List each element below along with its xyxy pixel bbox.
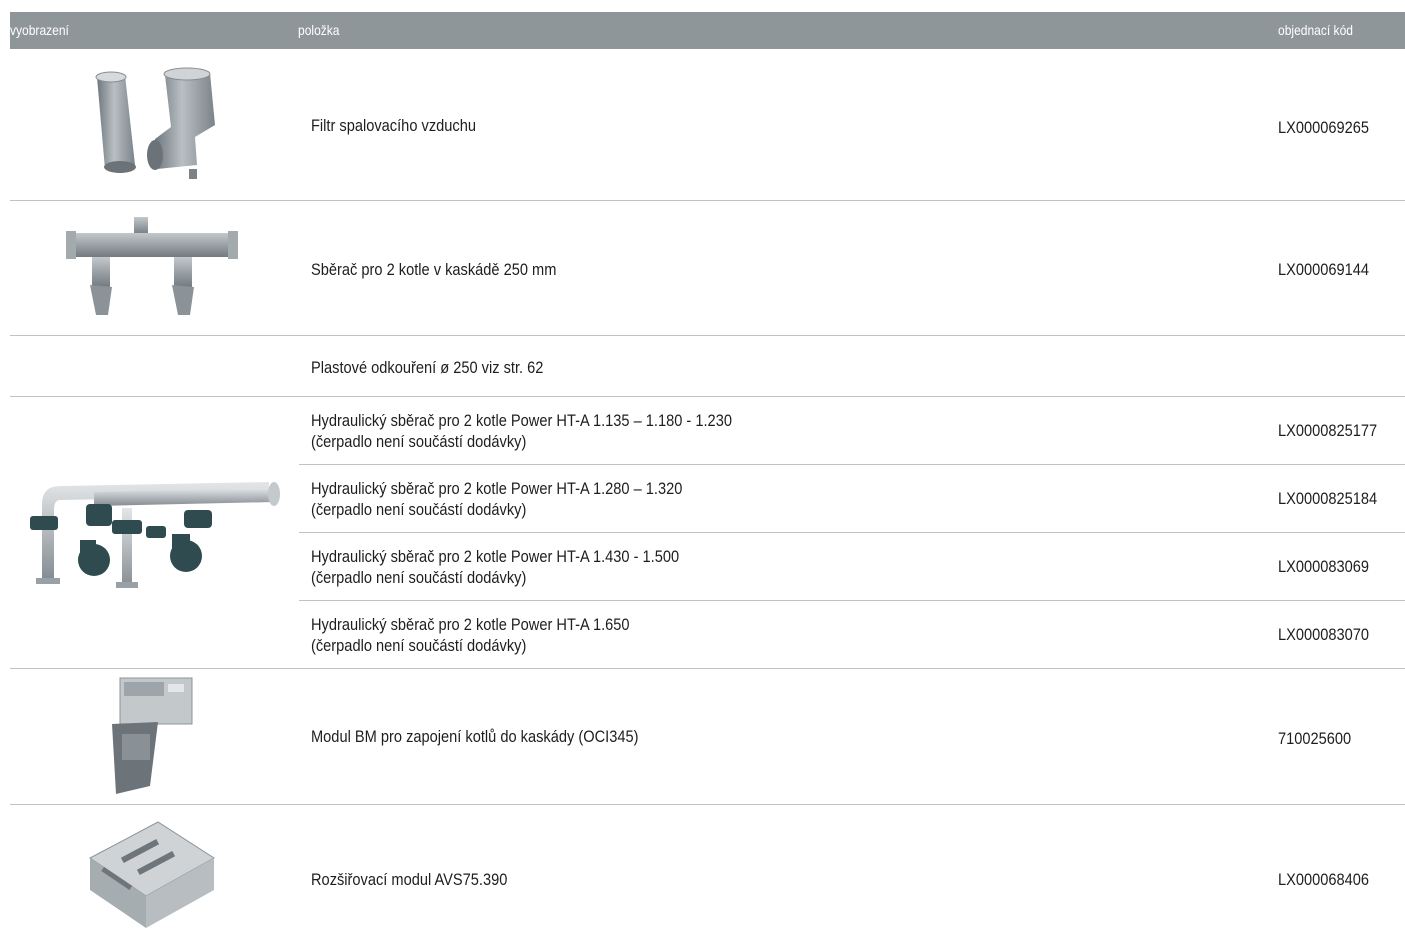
bm-module-icon (112, 677, 193, 794)
row-divider (1271, 532, 1405, 533)
item-name: Sběrač pro 2 kotle v kaskádě 250 mm (311, 260, 557, 279)
item-name-line1: Hydraulický sběrač pro 2 kotle Power HT-… (311, 615, 630, 634)
item-name-line2: (čerpadlo není součástí dodávky) (311, 636, 527, 655)
order-code: LX000083070 (1278, 625, 1370, 644)
row-divider (299, 464, 1271, 465)
order-code: LX0000825177 (1278, 421, 1378, 440)
item-name-line2: (čerpadlo není součástí dodávky) (311, 500, 527, 519)
order-code: 710025600 (1278, 729, 1352, 748)
order-code: LX000069144 (1278, 260, 1370, 279)
item-name: Filtr spalovacího vzduchu (311, 116, 476, 135)
row-divider (10, 668, 1405, 669)
header-item: položka (298, 22, 340, 38)
row-divider (299, 600, 1271, 601)
air-filter-pipes-icon (95, 67, 215, 179)
row-divider (299, 532, 1271, 533)
accessories-table: vyobrazení položka objednací kód Filtr s… (0, 0, 1405, 937)
table-header: vyobrazení položka objednací kód (10, 12, 1405, 49)
row-divider (10, 804, 1405, 805)
item-name-line1: Hydraulický sběrač pro 2 kotle Power HT-… (311, 547, 680, 566)
order-code: LX000069265 (1278, 118, 1370, 137)
item-name-line2: (čerpadlo není součástí dodávky) (311, 568, 527, 587)
header-image: vyobrazení (10, 22, 69, 38)
order-code: LX000083069 (1278, 557, 1370, 576)
row-divider (1271, 464, 1405, 465)
header-code: objednací kód (1278, 22, 1353, 38)
row-divider (10, 396, 1405, 397)
order-code: LX0000825184 (1278, 489, 1378, 508)
item-name: Plastové odkouření ø 250 viz str. 62 (311, 358, 544, 377)
expansion-module-board-icon (89, 821, 215, 928)
cascade-collector-icon (66, 217, 238, 315)
row-divider (10, 200, 1405, 201)
row-divider (1271, 600, 1405, 601)
hydraulic-manifold-icon (30, 482, 280, 588)
order-code: LX000068406 (1278, 870, 1370, 889)
item-name-line1: Hydraulický sběrač pro 2 kotle Power HT-… (311, 411, 732, 430)
item-name: Modul BM pro zapojení kotlů do kaskády (… (311, 727, 639, 746)
item-name-line1: Hydraulický sběrač pro 2 kotle Power HT-… (311, 479, 683, 498)
row-divider (10, 335, 1405, 336)
item-name-line2: (čerpadlo není součástí dodávky) (311, 432, 527, 451)
item-name: Rozšiřovací modul AVS75.390 (311, 870, 508, 889)
